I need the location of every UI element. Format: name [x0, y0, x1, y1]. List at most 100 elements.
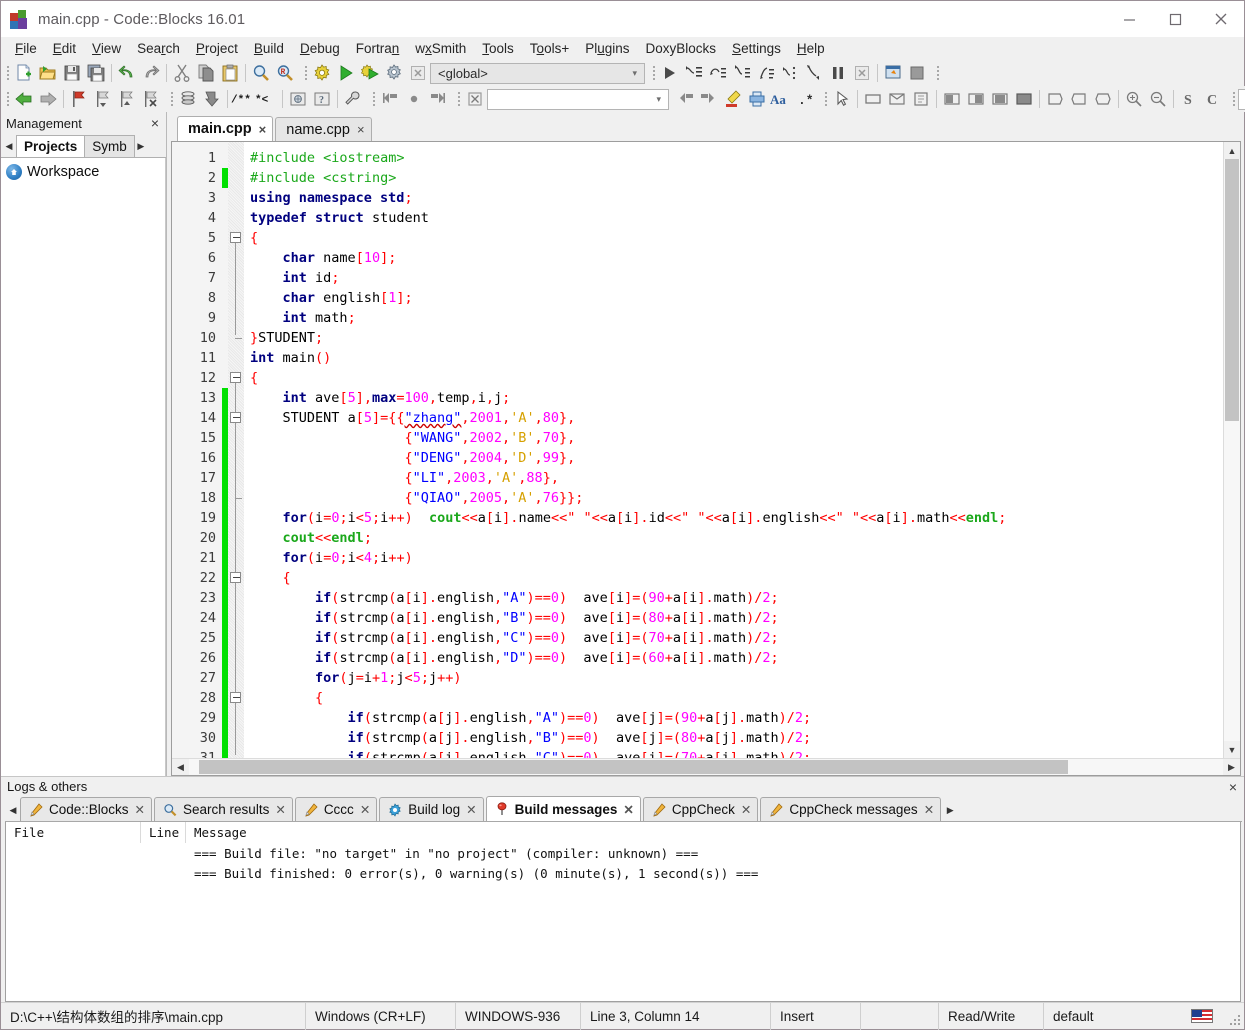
- editor-tab-main-cpp[interactable]: main.cpp ×: [177, 116, 274, 141]
- goto-input[interactable]: [1238, 88, 1245, 110]
- toolbar-grip-icon[interactable]: [302, 62, 309, 84]
- code-line[interactable]: {: [250, 368, 1223, 388]
- code-line[interactable]: {"LI",2003,'A',88},: [250, 468, 1223, 488]
- close-icon[interactable]: ✕: [135, 802, 145, 817]
- align-right-button[interactable]: [964, 88, 988, 110]
- code-line[interactable]: {"QIAO",2005,'A',76}};: [250, 488, 1223, 508]
- code-line[interactable]: if(strcmp(a[i].english,"B")==0) ave[i]=(…: [250, 608, 1223, 628]
- log-row[interactable]: === Build file: "no target" in "no proje…: [6, 843, 1240, 863]
- projects-tree[interactable]: Workspace: [1, 158, 166, 776]
- code-line[interactable]: cout<<endl;: [250, 528, 1223, 548]
- code-line[interactable]: for(j=i+1;j<5;j++): [250, 668, 1223, 688]
- tabs-scroll-right-button[interactable]: ▶: [134, 135, 148, 157]
- toolbar-grip-icon[interactable]: [455, 88, 462, 110]
- next-bookmark-button[interactable]: [115, 88, 139, 110]
- scroll-up-icon[interactable]: ▲: [1224, 142, 1240, 159]
- code-line[interactable]: {: [250, 688, 1223, 708]
- code-line[interactable]: int main(): [250, 348, 1223, 368]
- code-line[interactable]: using namespace std;: [250, 188, 1223, 208]
- menu-file[interactable]: File: [7, 39, 45, 59]
- fortran-jump-forward-button[interactable]: [426, 88, 450, 110]
- code-line[interactable]: typedef struct student: [250, 208, 1223, 228]
- align-left-button[interactable]: [940, 88, 964, 110]
- fold-toggle-icon[interactable]: [230, 232, 241, 243]
- fold-toggle-icon[interactable]: [230, 372, 241, 383]
- save-all-button[interactable]: [84, 62, 108, 84]
- close-icon[interactable]: ✕: [466, 802, 476, 817]
- vscroll-thumb[interactable]: [1225, 159, 1239, 421]
- close-icon[interactable]: ×: [148, 116, 162, 130]
- paste-button[interactable]: [218, 62, 242, 84]
- save-button[interactable]: [60, 62, 84, 84]
- log-tab-cppcheck[interactable]: CppCheck ✕: [642, 797, 759, 821]
- logs-tabs-scroll-right-button[interactable]: ▶: [943, 799, 957, 821]
- column-header-message[interactable]: Message: [186, 822, 1240, 843]
- close-icon[interactable]: ×: [1226, 779, 1240, 795]
- menu-help[interactable]: Help: [789, 39, 833, 59]
- code-line[interactable]: for(i=0;i<4;i++): [250, 548, 1223, 568]
- toolbar-grip-icon[interactable]: [168, 88, 175, 110]
- debug-run-to-cursor-button[interactable]: [682, 62, 706, 84]
- build-button[interactable]: [310, 62, 334, 84]
- toolbar-grip-icon[interactable]: [4, 62, 11, 84]
- close-icon[interactable]: ×: [357, 122, 365, 137]
- debug-step-out-button[interactable]: [754, 62, 778, 84]
- minimize-button[interactable]: [1106, 1, 1152, 37]
- toggle-bookmark-button[interactable]: [67, 88, 91, 110]
- pointer-tool-button[interactable]: [830, 88, 854, 110]
- build-messages-grid[interactable]: File Line Message === Build file: "no ta…: [5, 822, 1241, 1002]
- code-line[interactable]: #include <iostream>: [250, 148, 1223, 168]
- scroll-left-icon[interactable]: ◀: [172, 759, 189, 775]
- menu-tools[interactable]: Tools: [474, 39, 522, 59]
- fold-toggle-icon[interactable]: [230, 412, 241, 423]
- toolbar-grip-icon[interactable]: [822, 88, 829, 110]
- debug-next-line-button[interactable]: [706, 62, 730, 84]
- menu-wxsmith[interactable]: wxSmith: [407, 39, 474, 59]
- log-row[interactable]: === Build finished: 0 error(s), 0 warnin…: [6, 863, 1240, 883]
- close-icon[interactable]: ✕: [360, 802, 370, 817]
- log-tab-cccc[interactable]: Cccc ✕: [294, 797, 378, 821]
- column-header-line[interactable]: Line: [141, 822, 186, 843]
- copy-button[interactable]: [194, 62, 218, 84]
- source-code-text[interactable]: #include <iostream> #include <cstring> usi…: [244, 142, 1223, 758]
- fold-toggle-icon[interactable]: [230, 572, 241, 583]
- close-button[interactable]: [1198, 1, 1244, 37]
- menu-debug[interactable]: Debug: [292, 39, 348, 59]
- logs-tabs-scroll-left-button[interactable]: ◀: [6, 799, 20, 821]
- align-center-button[interactable]: [988, 88, 1012, 110]
- window-resize-grip[interactable]: [1230, 1015, 1242, 1027]
- build-target-combo[interactable]: <global> ▾: [430, 62, 645, 84]
- open-file-button[interactable]: [36, 62, 60, 84]
- menu-tools-plus[interactable]: Tools+: [522, 39, 577, 59]
- code-editor[interactable]: 1 2 3 4 5 6 7 8 9 10 11 12 13 14 15 16 17 18 19 20 21 22 23 24 2…: [172, 142, 1223, 758]
- back-button[interactable]: [12, 88, 36, 110]
- debug-continue-button[interactable]: [658, 62, 682, 84]
- zoom-out-button[interactable]: [1146, 88, 1170, 110]
- hscroll-track[interactable]: [189, 759, 1223, 775]
- debugging-windows-button[interactable]: [881, 62, 905, 84]
- toolbar-grip-icon[interactable]: [370, 88, 377, 110]
- border-left-button[interactable]: [1043, 88, 1067, 110]
- code-folding-gutter[interactable]: [228, 142, 244, 758]
- debug-step-out-of-button[interactable]: [802, 62, 826, 84]
- menu-build[interactable]: Build: [246, 39, 292, 59]
- border-right-button[interactable]: [1067, 88, 1091, 110]
- new-file-button[interactable]: [12, 62, 36, 84]
- code-line[interactable]: int math;: [250, 308, 1223, 328]
- log-tab-cppcheck-messages[interactable]: CppCheck messages ✕: [760, 797, 942, 821]
- scroll-down-icon[interactable]: ▼: [1224, 741, 1240, 758]
- editor-vertical-scrollbar[interactable]: ▲ ▼: [1223, 142, 1240, 758]
- code-line[interactable]: for(i=0;i<5;i++) cout<<a[i].name<<" "<<a…: [250, 508, 1223, 528]
- code-line[interactable]: {"WANG",2002,'B',70},: [250, 428, 1223, 448]
- fortran-jump-button[interactable]: [402, 88, 426, 110]
- code-line[interactable]: int ave[5],max=100,temp,i,j;: [250, 388, 1223, 408]
- hscroll-thumb[interactable]: [199, 760, 1068, 774]
- select-font-button[interactable]: Aa: [769, 88, 793, 110]
- fortran-jump-back-button[interactable]: [378, 88, 402, 110]
- menu-project[interactable]: Project: [188, 39, 246, 59]
- fold-toggle-icon[interactable]: [230, 692, 241, 703]
- code-line[interactable]: {: [250, 228, 1223, 248]
- debug-break-button[interactable]: [826, 62, 850, 84]
- code-line[interactable]: if(strcmp(a[i].english,"C")==0) ave[i]=(…: [250, 628, 1223, 648]
- code-line[interactable]: if(strcmp(a[i].english,"D")==0) ave[i]=(…: [250, 648, 1223, 668]
